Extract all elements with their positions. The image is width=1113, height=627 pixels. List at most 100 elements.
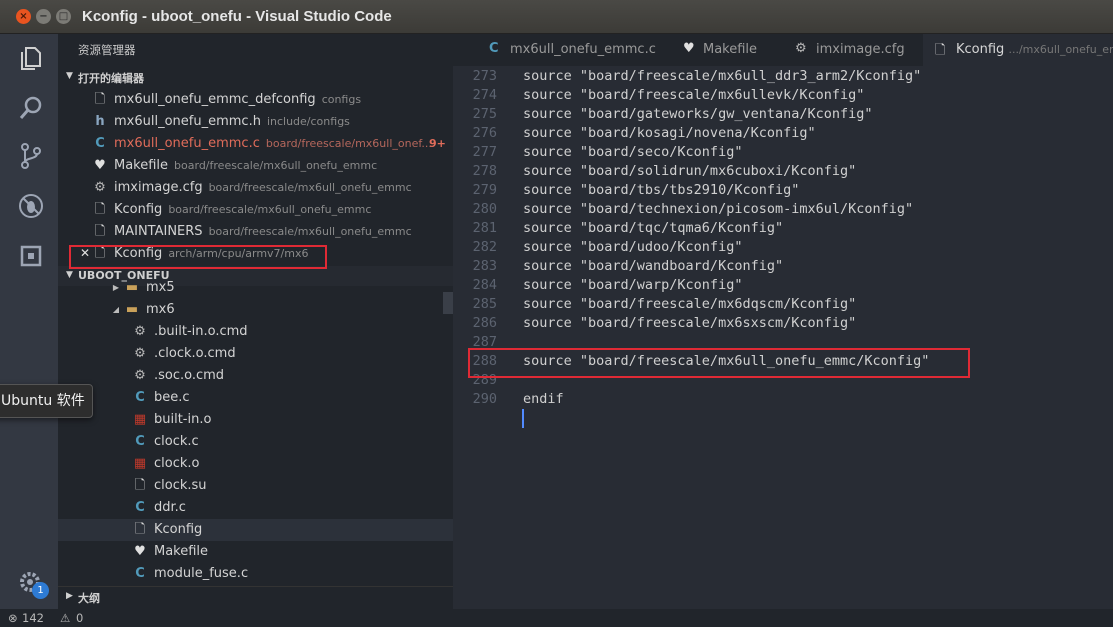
tree-file[interactable]: ⚙ .built-in.o.cmd — [58, 321, 453, 343]
file-path: board/freescale/mx6ull_onefu_emmc — [208, 225, 412, 238]
open-editor-item[interactable]: h mx6ull_onefu_emmc.h include/configs — [58, 111, 453, 133]
code-line[interactable]: 276 source "board/kosagi/novena/Kconfig" — [453, 125, 1113, 144]
code-text: source "board/freescale/mx6dqscm/Kconfig… — [523, 296, 857, 312]
file-path: arch/arm/cpu/armv7/mx6 — [168, 247, 309, 260]
code-line[interactable]: 286 source "board/freescale/mx6sxscm/Kcon… — [453, 315, 1113, 334]
tree-item-label: .clock.o.cmd — [154, 346, 236, 361]
open-editor-name: Kconfig arch/arm/cpu/armv7/mx6 — [114, 246, 308, 261]
code-line[interactable]: 278 source "board/solidrun/mx6cuboxi/Kcon… — [453, 163, 1113, 182]
file-path: include/configs — [266, 115, 350, 128]
gear-icon: ⚙ — [795, 41, 807, 56]
chevron-right-icon: ▶ — [112, 283, 120, 292]
makefile-icon: ♥ — [134, 544, 146, 559]
source-control-icon[interactable] — [17, 142, 45, 170]
object-file-icon: ▦ — [133, 412, 147, 427]
open-editors-header[interactable]: ▼ 打开的编辑器 — [58, 67, 453, 87]
tree-file[interactable]: Cmodule_fuse.c — [58, 563, 453, 585]
extensions-icon[interactable] — [17, 242, 45, 270]
file-icon: 🗋 — [94, 246, 106, 261]
file-icon: 🗋 — [94, 224, 106, 239]
folder-icon: ▬ — [125, 280, 139, 295]
code-editor[interactable]: 273 source "board/freescale/mx6ull_ddr3_a… — [453, 66, 1113, 609]
error-count[interactable]: 142 — [22, 611, 44, 625]
tab-label: imximage.cfg — [816, 42, 905, 57]
file-icon: 🗋 — [94, 92, 106, 107]
code-line[interactable]: 277 source "board/seco/Kconfig" — [453, 144, 1113, 163]
code-line[interactable]: 273 source "board/freescale/mx6ull_ddr3_a… — [453, 68, 1113, 87]
tree-file[interactable]: ▦ clock.o — [58, 453, 453, 475]
scrollbar-thumb[interactable] — [443, 292, 453, 314]
explorer-icon[interactable] — [17, 44, 45, 72]
search-icon[interactable] — [17, 94, 45, 122]
error-icon[interactable]: ⊗ — [8, 611, 18, 625]
tree-file[interactable]: ▦ built-in.o — [58, 409, 453, 431]
debug-icon[interactable] — [17, 192, 45, 220]
outline-header[interactable]: ▶ 大纲 — [58, 586, 453, 606]
warning-icon[interactable]: ⚠ — [60, 611, 70, 625]
tab-kconfig[interactable]: 🗋 Kconfig .../mx6ull_onefu_emm — [923, 34, 1113, 66]
title-bar: × − □ Kconfig - uboot_onefu - Visual Stu… — [0, 0, 1113, 34]
window-close-button[interactable]: × — [16, 9, 31, 24]
tree-file[interactable]: Cbee.c — [58, 387, 453, 409]
tree-file[interactable]: ♥ Makefile — [58, 541, 453, 563]
open-editor-item[interactable]: 🗋 MAINTAINERS board/freescale/mx6ull_onefu… — [58, 221, 453, 243]
tree-file[interactable]: 🗋 Kconfig — [58, 519, 453, 541]
code-text: source "board/technexion/picosom-imx6ul/… — [523, 201, 914, 217]
open-editor-item[interactable]: ♥ Makefile board/freescale/mx6ull_onefu_em… — [58, 155, 453, 177]
file-path: board/freescale/mx6ull_onef... — [265, 137, 432, 150]
tree-item-label: Makefile — [154, 544, 209, 559]
file-name: Kconfig — [114, 202, 163, 217]
activity-bar: 1 — [0, 34, 58, 609]
code-text: source "board/wandboard/Kconfig" — [523, 258, 784, 274]
tree-item-label: ddr.c — [154, 500, 186, 515]
c-file-icon: C — [135, 566, 145, 581]
status-bar: ⊗ 142 ⚠ 0 — [0, 609, 1113, 627]
window-maximize-button[interactable]: □ — [56, 9, 71, 24]
folder-icon: ▬ — [125, 302, 139, 317]
open-editor-name: imximage.cfg board/freescale/mx6ull_onefu… — [114, 180, 412, 195]
close-icon[interactable]: ✕ — [80, 246, 90, 260]
editor-highlight-box — [468, 348, 970, 378]
tab-imximage-cfg[interactable]: ⚙ imximage.cfg — [795, 34, 925, 66]
text-cursor — [522, 409, 524, 428]
open-editor-item[interactable]: 🗋 mx6ull_onefu_emmc_defconfig configs — [58, 89, 453, 111]
tree-file[interactable]: ⚙ .clock.o.cmd — [58, 343, 453, 365]
open-editor-item[interactable]: Cmx6ull_onefu_emmc.c board/freescale/mx6u… — [58, 133, 453, 155]
outline-label: 大纲 — [78, 592, 100, 605]
open-editor-item[interactable]: 🗋 Kconfig board/freescale/mx6ull_onefu_emm… — [58, 199, 453, 221]
tree-file[interactable]: Cclock.c — [58, 431, 453, 453]
code-line[interactable]: 279 source "board/tbs/tbs2910/Kconfig" — [453, 182, 1113, 201]
tree-file[interactable]: ⚙ .soc.o.cmd — [58, 365, 453, 387]
code-text: source "board/freescale/mx6sxscm/Kconfig… — [523, 315, 857, 331]
open-editor-item[interactable]: ✕ 🗋 Kconfig arch/arm/cpu/armv7/mx6 — [58, 243, 453, 265]
h-file-icon: h — [95, 114, 105, 129]
code-text: source "board/solidrun/mx6cuboxi/Kconfig… — [523, 163, 857, 179]
tree-file[interactable]: 🗋 clock.su — [58, 475, 453, 497]
settings-badge: 1 — [32, 582, 49, 599]
tree-folder[interactable]: ▶ ▬ mx5 — [58, 277, 453, 299]
tab-mx6ull-onefu-emmc-c[interactable]: C mx6ull_onefu_emmc.c — [489, 34, 669, 66]
c-file-icon: C — [135, 390, 145, 405]
code-line[interactable]: 284 source "board/warp/Kconfig" — [453, 277, 1113, 296]
tree-file[interactable]: Cddr.c — [58, 497, 453, 519]
tab-makefile[interactable]: ♥ Makefile — [683, 34, 783, 66]
code-line[interactable]: 274 source "board/freescale/mx6ullevk/Kco… — [453, 87, 1113, 106]
sidebar-title: 资源管理器 — [78, 43, 136, 57]
tree-item-label: clock.su — [154, 478, 207, 493]
open-editor-item[interactable]: ⚙ imximage.cfg board/freescale/mx6ull_onef… — [58, 177, 453, 199]
code-line[interactable]: 275 source "board/gateworks/gw_ventana/Kc… — [453, 106, 1113, 125]
code-line[interactable]: 285 source "board/freescale/mx6dqscm/Kcon… — [453, 296, 1113, 315]
file-name: mx6ull_onefu_emmc_defconfig — [114, 92, 316, 107]
window-minimize-button[interactable]: − — [36, 9, 51, 24]
code-text: source "board/tqc/tqma6/Kconfig" — [523, 220, 784, 236]
file-path: board/freescale/mx6ull_onefu_emmc — [168, 203, 372, 216]
file-icon: 🗋 — [134, 478, 146, 493]
code-line[interactable]: 282 source "board/udoo/Kconfig" — [453, 239, 1113, 258]
code-line[interactable]: 280 source "board/technexion/picosom-imx6… — [453, 201, 1113, 220]
tree-item-label: .built-in.o.cmd — [154, 324, 248, 339]
warning-count[interactable]: 0 — [76, 611, 83, 625]
code-line[interactable]: 290 endif — [453, 391, 1113, 410]
code-line[interactable]: 281 source "board/tqc/tqma6/Kconfig" — [453, 220, 1113, 239]
tree-folder[interactable]: ◢ ▬ mx6 — [58, 299, 453, 321]
code-line[interactable]: 283 source "board/wandboard/Kconfig" — [453, 258, 1113, 277]
